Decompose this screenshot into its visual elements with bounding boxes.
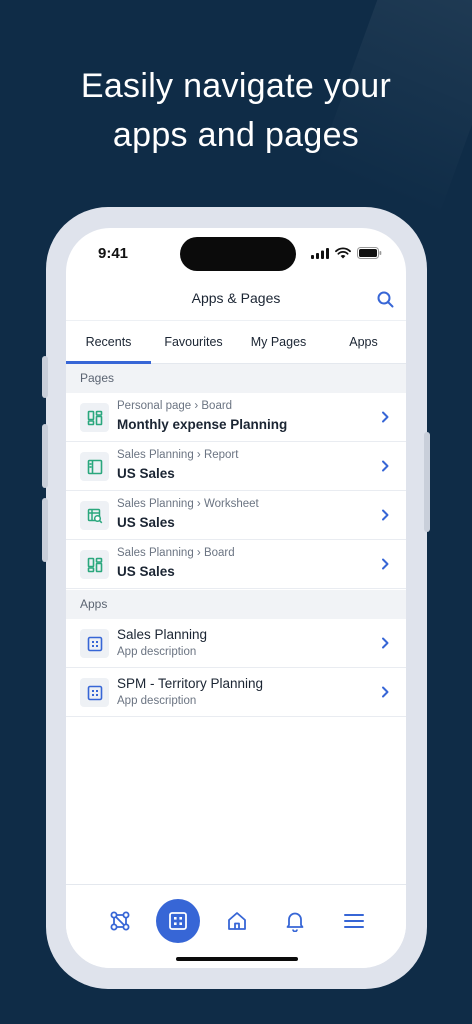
app-description: App description bbox=[117, 695, 197, 707]
battery-icon bbox=[357, 247, 382, 259]
home-icon bbox=[228, 912, 246, 930]
app-icon bbox=[80, 629, 109, 658]
page-title-text: US Sales bbox=[117, 466, 175, 481]
phone-action-button bbox=[42, 356, 48, 398]
chevron-right-icon bbox=[382, 411, 389, 423]
status-time: 9:41 bbox=[98, 245, 129, 262]
nav-apps-button[interactable] bbox=[156, 899, 200, 943]
app-title: SPM - Territory Planning bbox=[117, 676, 264, 691]
page-breadcrumb: Sales Planning › Worksheet bbox=[117, 498, 259, 510]
chevron-right-icon bbox=[382, 509, 389, 521]
list-item[interactable]: Personal page › Board Monthly expense Pl… bbox=[66, 393, 406, 442]
bell-icon bbox=[286, 912, 304, 932]
marketing-headline: Easily navigate your apps and pages bbox=[0, 62, 472, 160]
worksheet-icon bbox=[80, 501, 109, 530]
app-title: Sales Planning bbox=[117, 627, 208, 642]
chevron-right-icon bbox=[382, 686, 389, 698]
chevron-right-icon bbox=[382, 558, 389, 570]
page-breadcrumb: Sales Planning › Board bbox=[117, 547, 235, 559]
list-item[interactable]: Sales Planning App description bbox=[66, 619, 406, 668]
page-title-text: US Sales bbox=[117, 564, 175, 579]
wifi-icon bbox=[335, 247, 351, 259]
tab-my-pages[interactable]: My Pages bbox=[236, 321, 321, 363]
signal-icon bbox=[311, 247, 329, 259]
nav-menu-button[interactable] bbox=[332, 899, 376, 943]
bottom-nav bbox=[66, 884, 406, 968]
page-breadcrumb: Personal page › Board bbox=[117, 400, 233, 412]
app-description: App description bbox=[117, 646, 197, 658]
list-item[interactable]: Sales Planning › Worksheet US Sales bbox=[66, 491, 406, 540]
phone-volume-up-button bbox=[42, 424, 48, 488]
page-title-text: US Sales bbox=[117, 515, 175, 530]
tab-favourites[interactable]: Favourites bbox=[151, 321, 236, 363]
nav-header: Apps & Pages bbox=[66, 280, 406, 320]
status-bar: 9:41 bbox=[66, 228, 406, 280]
chevron-right-icon bbox=[382, 460, 389, 472]
nav-network-button[interactable] bbox=[98, 899, 142, 943]
report-icon bbox=[80, 452, 109, 481]
tab-apps[interactable]: Apps bbox=[321, 321, 406, 363]
headline-line-1: Easily navigate your bbox=[80, 67, 392, 105]
phone-volume-down-button bbox=[42, 498, 48, 562]
board-icon bbox=[80, 550, 109, 579]
page-title-text: Monthly expense Planning bbox=[117, 417, 288, 432]
search-button[interactable] bbox=[374, 288, 396, 310]
dynamic-island bbox=[180, 237, 296, 271]
search-icon bbox=[377, 291, 393, 307]
headline-line-2: apps and pages bbox=[112, 116, 360, 154]
page-breadcrumb: Sales Planning › Report bbox=[117, 449, 239, 461]
apps-icon bbox=[169, 912, 187, 930]
nav-home-button[interactable] bbox=[215, 899, 259, 943]
tab-recents[interactable]: Recents bbox=[66, 321, 151, 364]
chevron-right-icon bbox=[382, 637, 389, 649]
list-item[interactable]: Sales Planning › Board US Sales bbox=[66, 540, 406, 589]
tab-bar: Recents Favourites My Pages Apps bbox=[66, 320, 406, 364]
phone-screen: 9:41 Apps & Pages Recents Favourites My … bbox=[66, 228, 406, 968]
list-item[interactable]: Sales Planning › Report US Sales bbox=[66, 442, 406, 491]
board-icon bbox=[80, 403, 109, 432]
menu-icon bbox=[344, 914, 364, 928]
section-header-pages: Pages bbox=[66, 364, 406, 393]
list-item[interactable]: SPM - Territory Planning App description bbox=[66, 668, 406, 717]
app-icon bbox=[80, 678, 109, 707]
section-header-apps: Apps bbox=[66, 590, 406, 619]
home-indicator bbox=[176, 957, 298, 961]
status-icons bbox=[311, 247, 382, 259]
network-icon bbox=[110, 911, 130, 931]
nav-notifications-button[interactable] bbox=[273, 899, 317, 943]
page-title: Apps & Pages bbox=[191, 290, 281, 306]
phone-power-button bbox=[424, 432, 430, 532]
